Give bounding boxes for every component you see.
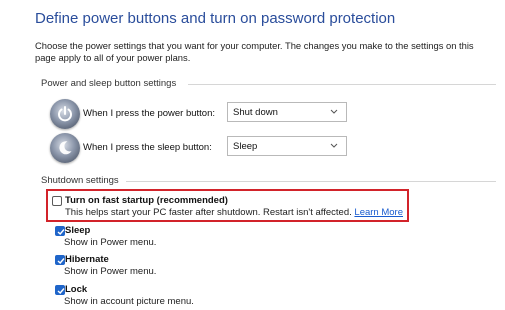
- chevron-down-icon: [330, 143, 338, 148]
- sleep-option-description: Show in Power menu.: [64, 237, 157, 248]
- hibernate-option-label[interactable]: Hibernate: [65, 254, 109, 265]
- lock-checkbox[interactable]: [55, 285, 65, 295]
- sleep-button-icon: [50, 133, 80, 163]
- power-button-icon: [50, 99, 80, 129]
- lock-option-label[interactable]: Lock: [65, 284, 87, 295]
- sleep-button-label: When I press the sleep button:: [83, 142, 212, 153]
- chevron-down-icon: [330, 109, 338, 114]
- fast-startup-desc-text: This helps start your PC faster after sh…: [65, 207, 352, 218]
- sleep-button-row: When I press the sleep button: Sleep: [50, 133, 370, 163]
- lock-option-description: Show in account picture menu.: [64, 296, 194, 307]
- sleep-button-select[interactable]: Sleep: [227, 136, 347, 156]
- checkmark-icon: [57, 258, 65, 265]
- power-group-heading: Power and sleep button settings: [41, 78, 177, 89]
- fast-startup-checkbox[interactable]: [52, 196, 62, 206]
- fast-startup-description: This helps start your PC faster after sh…: [65, 207, 403, 218]
- fast-startup-label[interactable]: Turn on fast startup (recommended): [65, 195, 228, 206]
- checkmark-icon: [57, 288, 65, 295]
- power-button-select[interactable]: Shut down: [227, 102, 347, 122]
- learn-more-link[interactable]: Learn More: [354, 207, 403, 218]
- sleep-button-value: Sleep: [233, 141, 258, 152]
- power-group-divider: [188, 84, 496, 85]
- power-button-value: Shut down: [233, 107, 278, 118]
- shutdown-group-heading: Shutdown settings: [41, 175, 119, 186]
- shutdown-group-divider: [126, 181, 496, 182]
- power-button-label: When I press the power button:: [83, 108, 216, 119]
- power-button-row: When I press the power button: Shut down: [50, 99, 370, 129]
- hibernate-checkbox[interactable]: [55, 255, 65, 265]
- sleep-option-label[interactable]: Sleep: [65, 225, 90, 236]
- checkmark-icon: [57, 229, 65, 236]
- page-title: Define power buttons and turn on passwor…: [35, 10, 396, 27]
- intro-text: Choose the power settings that you want …: [35, 40, 474, 63]
- hibernate-option-description: Show in Power menu.: [64, 266, 157, 277]
- sleep-checkbox[interactable]: [55, 226, 65, 236]
